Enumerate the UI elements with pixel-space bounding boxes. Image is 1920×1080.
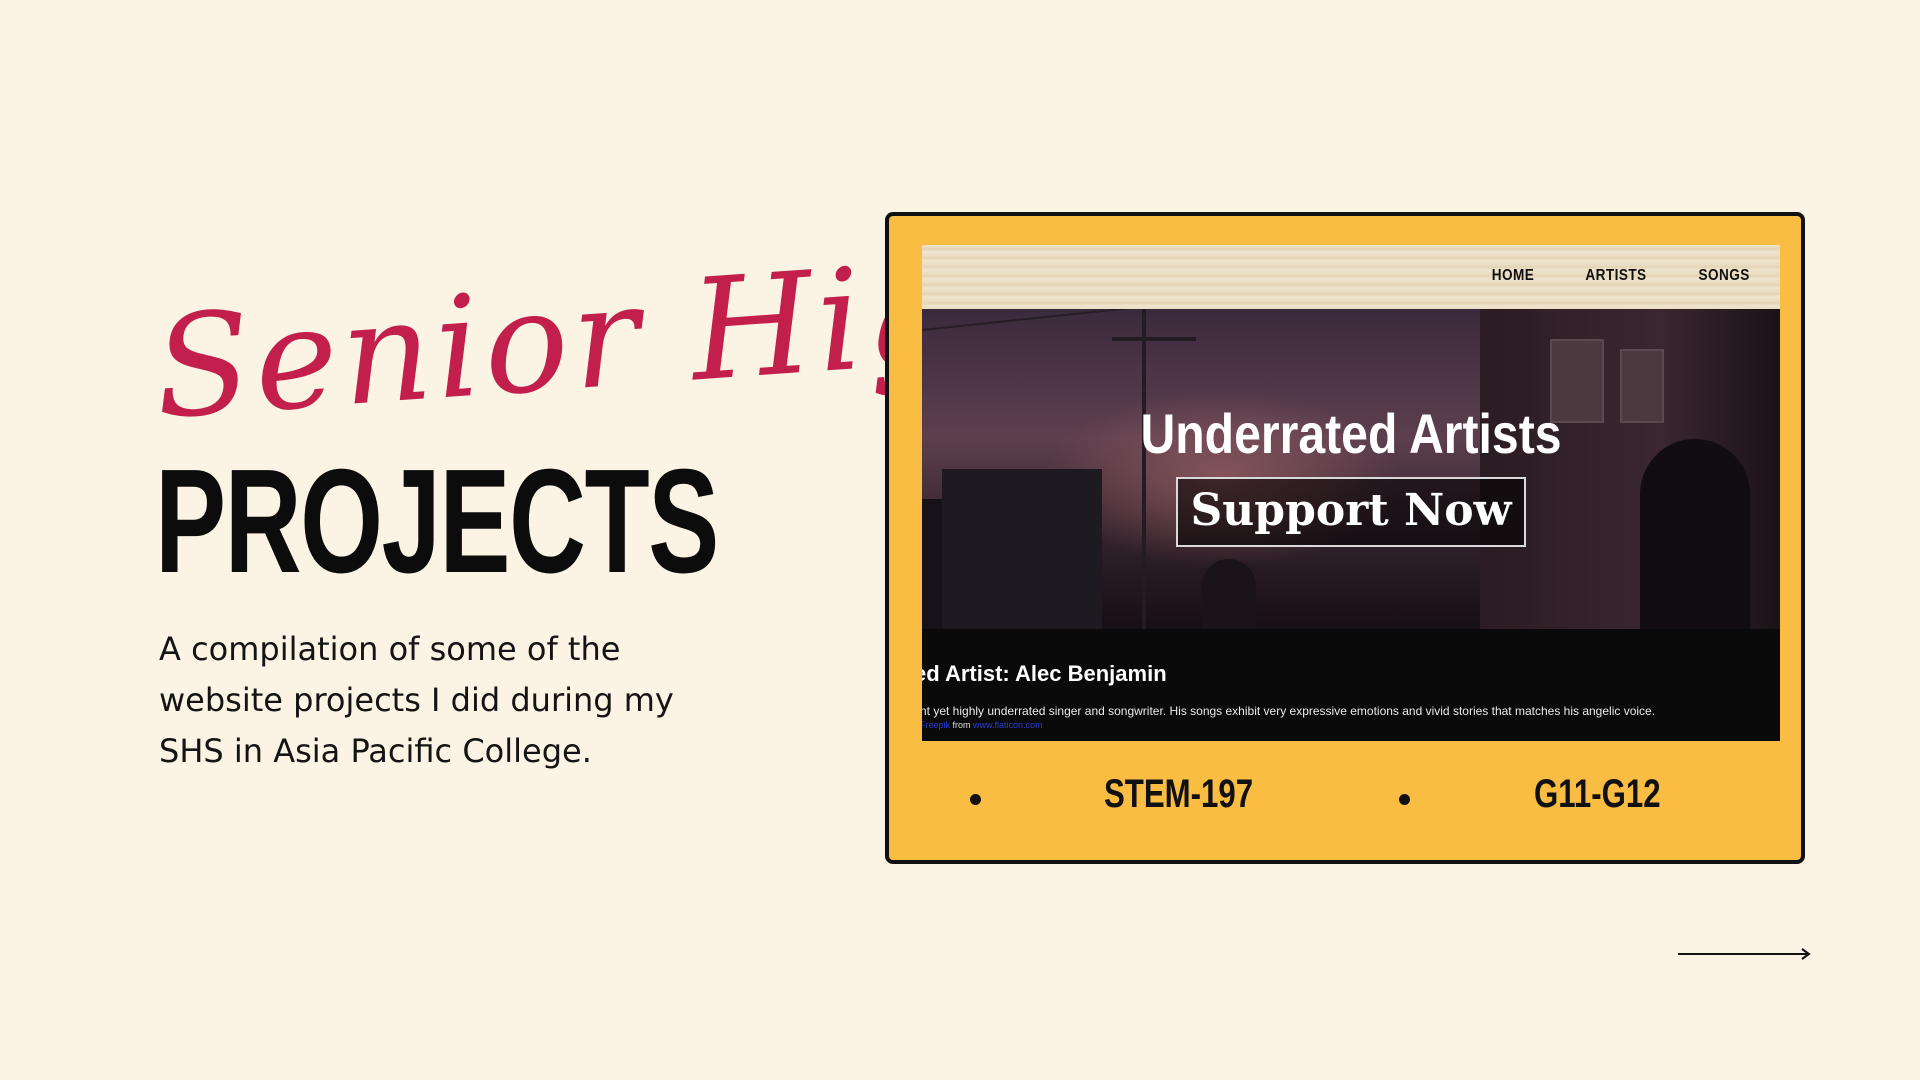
credit-link[interactable]: Freepik: [922, 720, 950, 730]
project-tags: STEM-197 G11-G12: [889, 754, 1809, 834]
featured-artist-title: ed Artist: Alec Benjamin: [922, 661, 1167, 686]
preview-navbar: HOME ARTISTS SONGS: [922, 245, 1780, 311]
bullet-icon: [1399, 794, 1410, 805]
slide: Senior High PROJECTS A compilation of so…: [0, 0, 1920, 1080]
website-preview[interactable]: HOME ARTISTS SONGS Underrated Artists Su…: [922, 245, 1780, 741]
preview-hero-title: Underrated Artists: [1140, 402, 1562, 465]
preview-nav-songs[interactable]: SONGS: [1698, 267, 1749, 285]
credit-from: from: [952, 720, 971, 730]
hero-power-line: [922, 309, 1480, 331]
hero-person-silhouette: [1202, 559, 1256, 629]
tag-grade: G11-G12: [1534, 772, 1661, 816]
project-card: HOME ARTISTS SONGS Underrated Artists Su…: [885, 212, 1805, 864]
page-title: PROJECTS: [155, 439, 719, 604]
featured-artist-text: nt yet highly underrated singer and song…: [922, 704, 1656, 718]
preview-featured-artist: ed Artist: Alec Benjamin nt yet highly u…: [922, 629, 1780, 741]
bullet-icon: [970, 794, 981, 805]
arrow-right-icon[interactable]: [1678, 946, 1812, 962]
hero-person-silhouette: [1640, 439, 1750, 629]
image-credit: Freepik from www.flaticon.com: [922, 720, 1043, 730]
preview-nav-links: HOME ARTISTS SONGS: [1488, 267, 1754, 285]
description-text: A compilation of some of the website pro…: [159, 630, 674, 770]
support-now-button[interactable]: Support Now: [1176, 477, 1526, 547]
tag-strand: STEM-197: [1104, 772, 1254, 816]
preview-hero: Underrated Artists Support Now: [922, 309, 1780, 629]
hero-utility-pole-bar: [1112, 337, 1196, 341]
hero-building: [942, 469, 1102, 629]
preview-nav-home[interactable]: HOME: [1492, 267, 1535, 285]
preview-nav-artists[interactable]: ARTISTS: [1585, 267, 1646, 285]
hero-utility-pole: [1142, 309, 1146, 629]
credit-site-link[interactable]: www.flaticon.com: [973, 720, 1043, 730]
